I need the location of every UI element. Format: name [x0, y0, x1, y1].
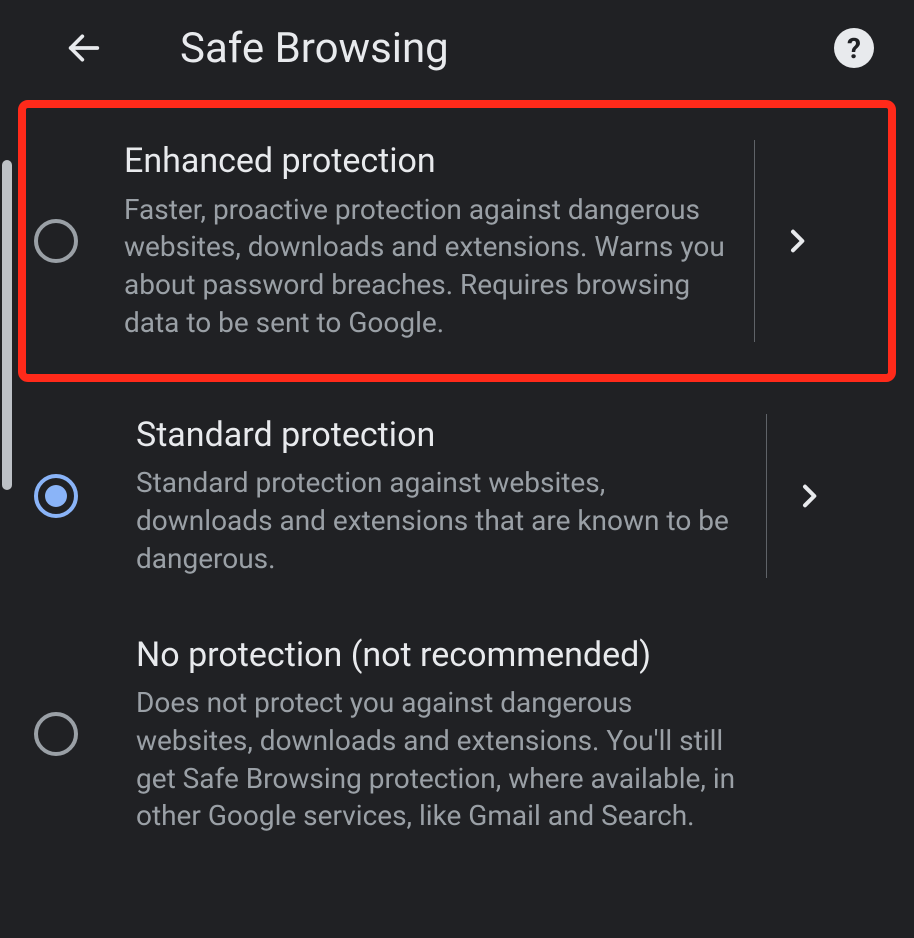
option-description: Faster, proactive protection against dan… — [124, 191, 726, 342]
back-button[interactable] — [60, 24, 108, 72]
option-title: Standard protection — [136, 414, 738, 457]
radio-enhanced[interactable] — [34, 219, 78, 263]
expand-standard-button[interactable] — [781, 480, 837, 512]
option-enhanced-protection[interactable]: Enhanced protection Faster, proactive pr… — [18, 100, 896, 382]
help-button[interactable]: ? — [834, 28, 874, 68]
option-title: Enhanced protection — [124, 140, 726, 183]
option-description: Standard protection against websites, do… — [136, 464, 738, 577]
radio-no-protection[interactable] — [34, 712, 78, 756]
arrow-left-icon — [64, 28, 104, 68]
option-standard-protection[interactable]: Standard protection Standard protection … — [0, 386, 914, 606]
chevron-right-icon — [793, 480, 825, 512]
option-text: Standard protection Standard protection … — [136, 414, 746, 578]
option-text: Enhanced protection Faster, proactive pr… — [124, 140, 734, 342]
option-title: No protection (not recommended) — [136, 634, 738, 677]
options-list: Enhanced protection Faster, proactive pr… — [0, 100, 914, 863]
page-title: Safe Browsing — [180, 24, 834, 73]
option-description: Does not protect you against dangerous w… — [136, 684, 738, 835]
divider — [754, 140, 755, 342]
expand-enhanced-button[interactable] — [769, 225, 825, 257]
option-no-protection[interactable]: No protection (not recommended) Does not… — [0, 606, 914, 864]
question-mark-icon: ? — [847, 32, 861, 65]
option-text: No protection (not recommended) Does not… — [136, 634, 746, 836]
chevron-right-icon — [781, 225, 813, 257]
divider — [766, 414, 767, 578]
header: Safe Browsing ? — [0, 0, 914, 96]
radio-standard[interactable] — [34, 474, 78, 518]
